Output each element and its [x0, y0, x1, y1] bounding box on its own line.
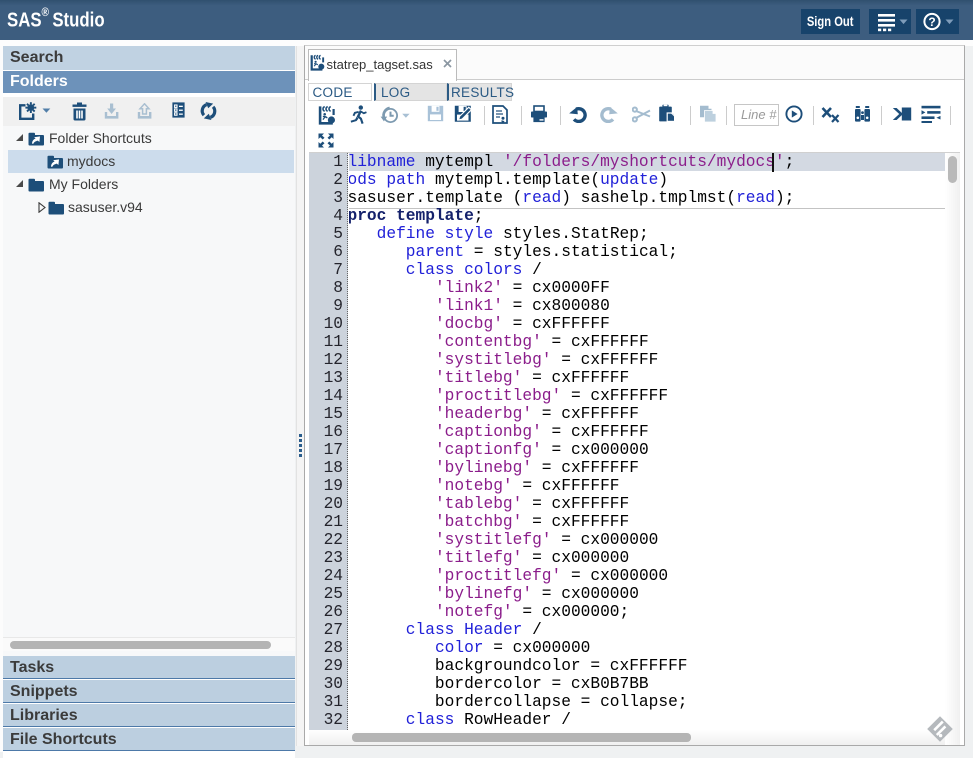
svg-text:?: ? [928, 15, 935, 29]
